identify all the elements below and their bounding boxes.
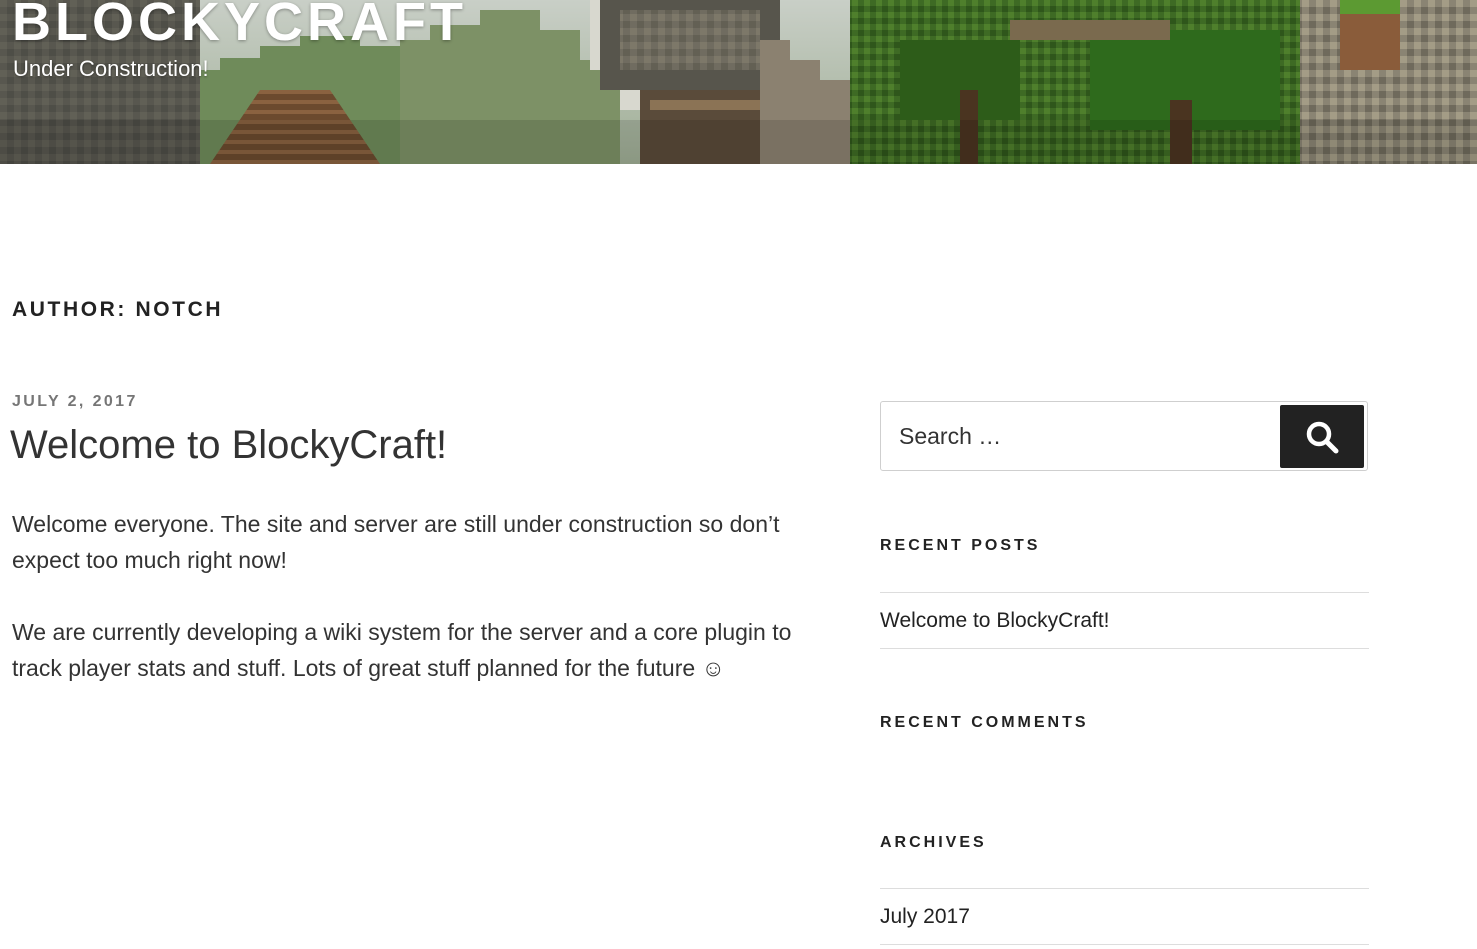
search-form: [880, 401, 1368, 471]
post-date-link[interactable]: JULY 2, 2017: [12, 393, 138, 411]
recent-post-link[interactable]: Welcome to BlockyCraft!: [880, 609, 1110, 633]
list-item: July 2017: [880, 889, 1369, 945]
recent-comments-title: RECENT COMMENTS: [880, 714, 1089, 731]
archive-link[interactable]: July 2017: [880, 905, 970, 929]
search-icon: [1305, 420, 1339, 454]
list-item: Welcome to BlockyCraft!: [880, 593, 1369, 649]
recent-posts-list: Welcome to BlockyCraft!: [880, 592, 1369, 649]
recent-posts-title: RECENT POSTS: [880, 537, 1041, 554]
post-title-link[interactable]: Welcome to BlockyCraft!: [10, 420, 447, 470]
site-header: BLOCKYCRAFT Under Construction!: [0, 0, 1477, 164]
post-paragraph: We are currently developing a wiki syste…: [12, 619, 792, 681]
search-input[interactable]: [881, 402, 1276, 470]
archive-page-title: AUTHOR: NOTCH: [12, 298, 224, 321]
site-title-link[interactable]: BLOCKYCRAFT: [12, 0, 467, 52]
post-paragraph: Welcome everyone. The site and server ar…: [12, 511, 780, 573]
post-content: Welcome everyone. The site and server ar…: [12, 506, 812, 722]
archives-list: July 2017: [880, 888, 1369, 945]
archives-title: ARCHIVES: [880, 834, 987, 851]
site-branding: BLOCKYCRAFT Under Construction!: [12, 0, 467, 82]
site-tagline: Under Construction!: [13, 56, 209, 81]
search-button[interactable]: [1280, 405, 1364, 468]
